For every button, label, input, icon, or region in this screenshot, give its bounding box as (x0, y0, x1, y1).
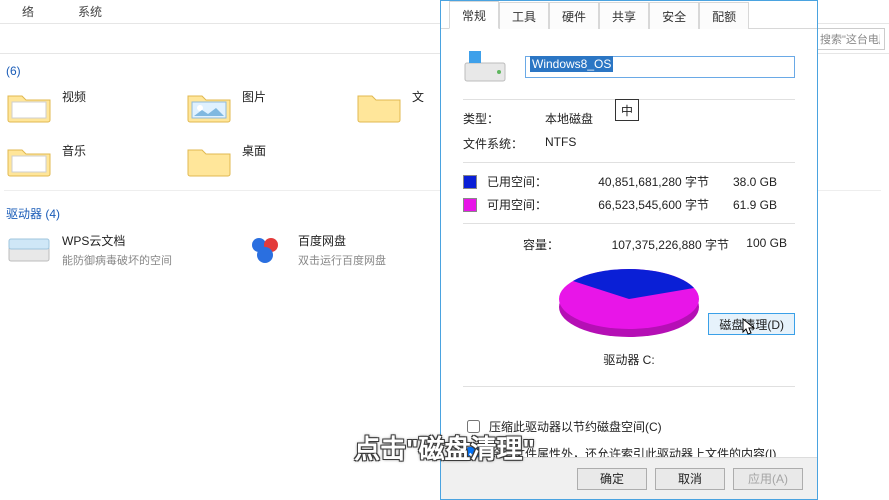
used-bytes: 40,851,681,280 字节 (563, 173, 709, 190)
disk-cleanup-button[interactable]: 磁盘清理(D) (708, 313, 795, 335)
cancel-button[interactable]: 取消 (655, 468, 725, 490)
used-space-row: 已用空间： 40,851,681,280 字节 38.0 GB (463, 173, 795, 190)
pie-drive-label: 驱动器 C: (603, 351, 654, 368)
folder-item-music[interactable]: 音乐 (6, 142, 86, 178)
index-label: 除了文件属性外，还允许索引此驱动器上文件的内容(I) (489, 445, 776, 457)
ribbon-cell[interactable]: 系统 (56, 3, 124, 20)
folder-label: 图片 (242, 88, 266, 105)
used-gb: 38.0 GB (727, 175, 777, 189)
tab-quota[interactable]: 配额 (699, 2, 749, 29)
capacity-label: 容量： (523, 236, 583, 253)
folder-item-videos[interactable]: 视频 (6, 88, 86, 124)
filesystem-value: NTFS (545, 135, 576, 152)
free-bytes: 66,523,545,600 字节 (563, 196, 709, 213)
folder-icon (356, 88, 402, 124)
free-label: 可用空间： (487, 196, 553, 213)
pie-chart-area: 驱动器 C: 磁盘清理(D) (463, 259, 795, 368)
index-checkbox-row[interactable]: 除了文件属性外，还允许索引此驱动器上文件的内容(I) (463, 444, 795, 457)
free-gb: 61.9 GB (727, 198, 777, 212)
dialog-footer: 确定 取消 应用(A) (441, 457, 817, 499)
filesystem-label: 文件系统： (463, 135, 545, 152)
drive-name-text: Windows8_OS (530, 56, 613, 72)
folder-label: 音乐 (62, 142, 86, 159)
folder-item-pictures[interactable]: 图片 (186, 88, 266, 124)
cloud-drive-icon (6, 232, 52, 268)
baidu-netdisk-icon (242, 232, 288, 268)
search-input[interactable]: 搜索"这台电脑" (815, 28, 885, 50)
dialog-body: Windows8_OS 中 类型：本地磁盘 文件系统：NTFS 已用空间： 40… (441, 29, 817, 457)
used-label: 已用空间： (487, 173, 553, 190)
capacity-gb: 100 GB (737, 236, 787, 253)
type-label: 类型： (463, 110, 545, 127)
ok-button[interactable]: 确定 (577, 468, 647, 490)
tab-general[interactable]: 常规 (449, 1, 499, 29)
compress-label: 压缩此驱动器以节约磁盘空间(C) (489, 418, 662, 435)
drive-label: 百度网盘 (298, 232, 386, 249)
apply-button[interactable]: 应用(A) (733, 468, 803, 490)
capacity-bytes: 107,375,226,880 字节 (583, 236, 729, 253)
type-value: 本地磁盘 (545, 110, 593, 127)
tab-hardware[interactable]: 硬件 (549, 2, 599, 29)
folder-item-desktop[interactable]: 桌面 (186, 142, 266, 178)
tab-sharing[interactable]: 共享 (599, 2, 649, 29)
folder-label: 视频 (62, 88, 86, 105)
tab-tools[interactable]: 工具 (499, 2, 549, 29)
drive-large-icon (463, 45, 507, 89)
tab-security[interactable]: 安全 (649, 2, 699, 29)
free-space-row: 可用空间： 66,523,545,600 字节 61.9 GB (463, 196, 795, 213)
folder-icon (186, 88, 232, 124)
drive-label: WPS云文档 (62, 232, 172, 249)
drive-item-baidu[interactable]: 百度网盘 双击运行百度网盘 (242, 232, 386, 268)
capacity-row: 容量： 107,375,226,880 字节 100 GB (523, 236, 795, 253)
folder-item-hidden[interactable]: 文 (356, 88, 424, 124)
search-placeholder: 搜索"这台电脑" (820, 31, 880, 47)
free-swatch (463, 198, 477, 212)
drive-sublabel: 能防御病毒破坏的空间 (62, 252, 172, 268)
tab-strip: 常规 工具 硬件 共享 安全 配额 (441, 1, 817, 29)
folder-icon (186, 142, 232, 178)
drive-properties-dialog: 常规 工具 硬件 共享 安全 配额 Windows8_OS 中 类型：本地磁盘 … (440, 0, 818, 500)
used-swatch (463, 175, 477, 189)
folder-icon (6, 142, 52, 178)
folder-icon (6, 88, 52, 124)
ribbon-cell[interactable]: 络 (0, 3, 56, 20)
ime-indicator: 中 (615, 99, 639, 121)
disk-usage-pie-icon (543, 259, 715, 345)
index-checkbox[interactable] (467, 447, 480, 457)
folder-label: 桌面 (242, 142, 266, 159)
compress-checkbox[interactable] (467, 420, 480, 433)
compress-checkbox-row[interactable]: 压缩此驱动器以节约磁盘空间(C) (463, 417, 795, 436)
drive-sublabel: 双击运行百度网盘 (298, 252, 386, 268)
drive-name-input[interactable]: Windows8_OS (525, 56, 795, 78)
drive-item-wps[interactable]: WPS云文档 能防御病毒破坏的空间 (6, 232, 172, 268)
folder-label: 文 (412, 88, 424, 105)
